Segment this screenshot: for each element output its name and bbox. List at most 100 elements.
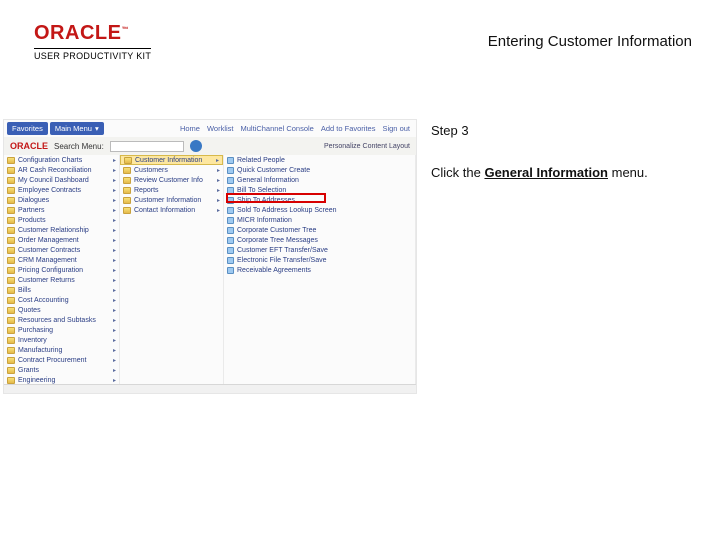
brand-product: USER PRODUCTIVITY KIT — [34, 48, 151, 61]
nav-add-fav[interactable]: Add to Favorites — [321, 124, 376, 133]
col3-item[interactable]: Receivable Agreements — [224, 265, 415, 275]
col1-item[interactable]: Partners▸ — [4, 205, 119, 215]
col2-item[interactable]: Customer Information▸ — [120, 155, 223, 165]
col1-item[interactable]: Customer Contracts ▸ — [4, 245, 119, 255]
folder-icon — [7, 287, 15, 294]
favorites-menu[interactable]: Favorites — [7, 122, 48, 135]
col1-item[interactable]: Customer Relationship▸ — [4, 225, 119, 235]
folder-icon — [7, 357, 15, 364]
folder-icon — [7, 347, 15, 354]
col2-item[interactable]: Contact Information▸ — [120, 205, 223, 215]
menu-item-label: Customer Relationship — [18, 227, 89, 234]
search-input[interactable] — [110, 141, 184, 152]
folder-icon — [7, 217, 15, 224]
horizontal-scrollbar[interactable] — [4, 384, 416, 393]
nav-home[interactable]: Home — [180, 124, 200, 133]
chevron-right-icon: ▸ — [113, 347, 116, 354]
chevron-right-icon: ▸ — [113, 247, 116, 254]
col1-item[interactable]: AR Cash Reconciliation▸ — [4, 165, 119, 175]
col1-item[interactable]: Purchasing▸ — [4, 325, 119, 335]
main-menu[interactable]: Main Menu ▾ — [50, 122, 104, 135]
chevron-right-icon: ▸ — [217, 177, 220, 184]
menu-item-label: Customer Contracts — [18, 247, 80, 254]
folder-icon — [7, 307, 15, 314]
chevron-right-icon: ▸ — [113, 377, 116, 384]
chevron-right-icon: ▸ — [113, 207, 116, 214]
col1-item[interactable]: Pricing Configuration▸ — [4, 265, 119, 275]
folder-icon — [7, 337, 15, 344]
folder-icon — [7, 257, 15, 264]
nav-signout[interactable]: Sign out — [382, 124, 410, 133]
col3-item[interactable]: General Information — [224, 175, 415, 185]
col1-item[interactable]: Customer Returns ▸ — [4, 275, 119, 285]
menu-item-label: Quick Customer Create — [237, 167, 310, 174]
col3-item[interactable]: Corporate Tree Messages — [224, 235, 415, 245]
menu-item-label: Grants — [18, 367, 39, 374]
instruction-text: Click the General Information menu. — [431, 164, 696, 182]
top-nav: Favorites Main Menu ▾ Home Worklist Mult… — [4, 120, 416, 137]
menu-item-label: Review Customer Info — [134, 177, 203, 184]
brand: ORACLE™ USER PRODUCTIVITY KIT — [34, 22, 151, 61]
nav-mcc[interactable]: MultiChannel Console — [240, 124, 313, 133]
menu-item-label: Customer Returns — [18, 277, 75, 284]
chevron-right-icon: ▸ — [113, 267, 116, 274]
col1-item[interactable]: Bills▸ — [4, 285, 119, 295]
col1-item[interactable]: Quotes▸ — [4, 305, 119, 315]
col1-item[interactable]: Cost Accounting▸ — [4, 295, 119, 305]
document-icon — [227, 217, 234, 224]
document-icon — [227, 257, 234, 264]
folder-icon — [7, 197, 15, 204]
menu-item-label: Bills — [18, 287, 31, 294]
chevron-right-icon: ▸ — [113, 167, 116, 174]
step-label: Step 3 — [431, 122, 696, 140]
col3-item[interactable]: Sold To Address Lookup Screen — [224, 205, 415, 215]
app-screenshot: Favorites Main Menu ▾ Home Worklist Mult… — [3, 119, 417, 394]
chevron-right-icon: ▸ — [113, 357, 116, 364]
col1-item[interactable]: Order Management▸ — [4, 235, 119, 245]
folder-icon — [7, 267, 15, 274]
chevron-right-icon: ▸ — [217, 197, 220, 204]
col3-item[interactable]: Customer EFT Transfer/Save — [224, 245, 415, 255]
menu-item-label: Sold To Address Lookup Screen — [237, 207, 337, 214]
menu-item-label: Reports — [134, 187, 159, 194]
col2-item[interactable]: Customer Information▸ — [120, 195, 223, 205]
col1-item[interactable]: CRM Management▸ — [4, 255, 119, 265]
menu-item-label: Inventory — [18, 337, 47, 344]
col3-item[interactable]: Related People — [224, 155, 415, 165]
col2-item[interactable]: Review Customer Info ▸ — [120, 175, 223, 185]
menu-item-label: Configuration Charts — [18, 157, 82, 164]
folder-icon — [7, 367, 15, 374]
col1-item[interactable]: Grants▸ — [4, 365, 119, 375]
chevron-right-icon: ▸ — [216, 157, 219, 164]
document-icon — [227, 267, 234, 274]
col2-item[interactable]: Reports▸ — [120, 185, 223, 195]
col1-item[interactable]: Contract Procurement▸ — [4, 355, 119, 365]
col1-item[interactable]: Dialogues▸ — [4, 195, 119, 205]
col3-item[interactable]: Corporate Customer Tree — [224, 225, 415, 235]
menu-item-label: Engineering — [18, 377, 55, 384]
col1-item[interactable]: Resources and Subtasks▸ — [4, 315, 119, 325]
col1-item[interactable]: Configuration Charts▸ — [4, 155, 119, 165]
col3-item[interactable]: MICR Information — [224, 215, 415, 225]
folder-icon — [123, 207, 131, 214]
col1-item[interactable]: My Council Dashboard▸ — [4, 175, 119, 185]
col1-item[interactable]: Employee Contracts▸ — [4, 185, 119, 195]
col1-item[interactable]: Manufacturing▸ — [4, 345, 119, 355]
folder-icon — [7, 247, 15, 254]
col3-item[interactable]: Quick Customer Create — [224, 165, 415, 175]
chevron-right-icon: ▸ — [113, 187, 116, 194]
nav-worklist[interactable]: Worklist — [207, 124, 234, 133]
chevron-right-icon: ▸ — [113, 277, 116, 284]
search-go-icon[interactable] — [190, 140, 202, 152]
highlight-target — [226, 193, 326, 203]
col1-item[interactable]: Inventory▸ — [4, 335, 119, 345]
menu-item-label: Related People — [237, 157, 285, 164]
col2-item[interactable]: Customers▸ — [120, 165, 223, 175]
chevron-right-icon: ▸ — [113, 297, 116, 304]
col1-item[interactable]: Products▸ — [4, 215, 119, 225]
chevron-right-icon: ▸ — [113, 317, 116, 324]
col3-item[interactable]: Electronic File Transfer/Save — [224, 255, 415, 265]
chevron-right-icon: ▸ — [113, 257, 116, 264]
document-icon — [227, 177, 234, 184]
personalize-link[interactable]: Personalize Content Layout — [324, 143, 410, 150]
